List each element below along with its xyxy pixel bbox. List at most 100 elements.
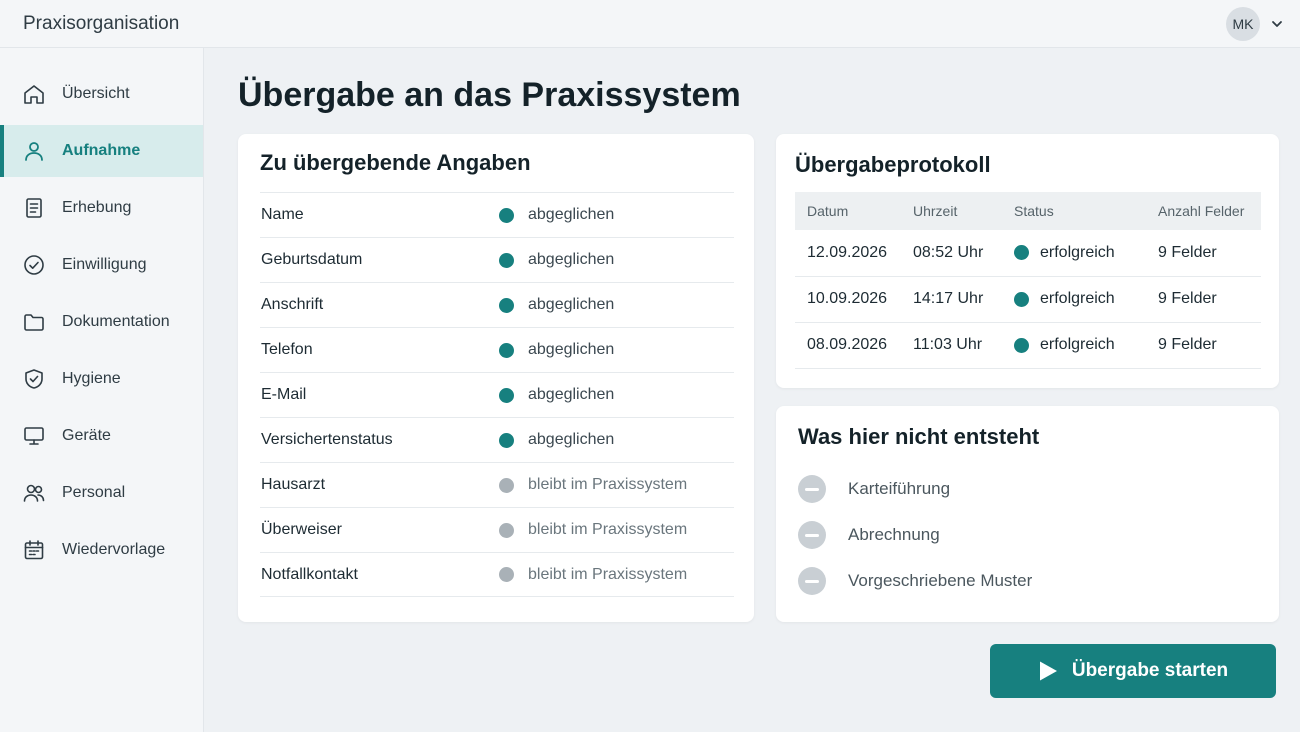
column-header-status: Status	[1014, 203, 1054, 219]
status-dot-icon	[499, 297, 514, 313]
sidebar-item-uebersicht[interactable]: Übersicht	[0, 68, 203, 120]
sidebar-item-aufnahme[interactable]: Aufnahme	[0, 125, 203, 177]
status-dot-icon	[499, 432, 514, 448]
protocol-status-label: erfolgreich	[1040, 243, 1115, 261]
protocol-status: erfolgreich	[1002, 322, 1146, 369]
field-row: Überweiser bleibt im Praxissystem	[260, 507, 734, 552]
folder-icon	[22, 310, 46, 334]
sidebar-item-hygiene[interactable]: Hygiene	[0, 353, 203, 405]
sidebar-item-geraete[interactable]: Geräte	[0, 410, 203, 462]
field-name: Versichertenstatus	[261, 431, 393, 448]
users-icon	[22, 481, 46, 505]
sidebar-item-label: Einwilligung	[62, 256, 147, 273]
sidebar-item-label: Personal	[62, 484, 126, 501]
calendar-icon	[22, 538, 46, 562]
protocol-count: 9 Felder	[1146, 276, 1261, 323]
protocol-date: 10.09.2026	[795, 276, 901, 323]
start-transfer-button[interactable]: Übergabe starten	[990, 644, 1276, 698]
not-created-item: Karteiführung	[798, 466, 1259, 512]
sidebar-item-einwilligung[interactable]: Einwilligung	[0, 239, 203, 291]
table-row: 10.09.2026 14:17 Uhr erfolgreich 9 Felder	[795, 276, 1261, 323]
field-status: abgeglichen	[528, 251, 615, 268]
field-status: abgeglichen	[528, 296, 615, 313]
not-created-card: Was hier nicht entsteht Karteiführung Ab…	[776, 406, 1279, 622]
sidebar-item-erhebung[interactable]: Erhebung	[0, 182, 203, 234]
fields-card: Zu übergebende Angaben Name abgeglichen Ge…	[238, 134, 754, 622]
protocol-date: 08.09.2026	[795, 322, 901, 369]
field-list: Name abgeglichen Geburtsdatum abgeglichen An…	[260, 192, 734, 597]
sidebar-item-wiedervorlage[interactable]: Wiedervorlage	[0, 524, 203, 576]
app-title: Praxisorganisation	[23, 12, 180, 34]
shield-icon	[22, 367, 46, 391]
check-circle-icon	[22, 253, 46, 277]
sidebar-item-dokumentation[interactable]: Dokumentation	[0, 296, 203, 348]
minus-circle-icon	[798, 475, 826, 503]
field-name: Überweiser	[261, 521, 342, 538]
not-created-item: Abrechnung	[798, 512, 1259, 558]
protocol-date: 12.09.2026	[795, 230, 901, 277]
sidebar-item-label: Aufnahme	[62, 142, 141, 159]
protocol-card: Übergabeprotokoll Datum Uhrzeit Status A…	[776, 134, 1279, 388]
field-status: bleibt im Praxissystem	[528, 565, 688, 583]
page-title: Übergabe an das Praxissystem	[238, 76, 741, 114]
field-name: Hausarzt	[261, 476, 326, 493]
protocol-count: 9 Felder	[1146, 230, 1261, 277]
sidebar-item-personal[interactable]: Personal	[0, 467, 203, 519]
sidebar-item-label: Dokumentation	[62, 313, 170, 330]
protocol-table: Datum Uhrzeit Status Anzahl Felder 12.09…	[795, 192, 1261, 369]
status-dot-icon	[499, 387, 514, 403]
chevron-down-icon[interactable]	[1270, 17, 1284, 31]
field-row: Hausarzt bleibt im Praxissystem	[260, 462, 734, 507]
field-name: Telefon	[261, 341, 313, 358]
sidebar-item-label: Wiedervorlage	[62, 541, 166, 558]
sidebar-item-label: Hygiene	[62, 370, 121, 387]
avatar[interactable]: MK	[1226, 6, 1260, 41]
status-dot-icon	[499, 252, 514, 268]
minus-circle-icon	[798, 521, 826, 549]
status-dot-icon	[499, 477, 514, 493]
document-icon	[22, 196, 46, 220]
field-status: abgeglichen	[528, 206, 615, 223]
protocol-time: 08:52 Uhr	[901, 230, 1002, 277]
play-icon	[1038, 660, 1058, 682]
start-transfer-button-label: Übergabe starten	[1071, 660, 1229, 681]
status-dot-icon	[1014, 245, 1029, 261]
not-created-card-title: Was hier nicht entsteht	[798, 424, 1040, 449]
protocol-time: 11:03 Uhr	[901, 322, 1002, 369]
sidebar-item-label: Erhebung	[62, 199, 132, 216]
field-row: Notfallkontakt bleibt im Praxissystem	[260, 552, 734, 597]
status-dot-icon	[499, 522, 514, 538]
protocol-status-label: erfolgreich	[1040, 290, 1115, 307]
status-dot-icon	[499, 567, 514, 582]
not-created-item-label: Abrechnung	[848, 525, 940, 544]
field-status: abgeglichen	[528, 386, 615, 403]
protocol-count: 9 Felder	[1146, 322, 1261, 369]
table-row: 08.09.2026 11:03 Uhr erfolgreich 9 Felder	[795, 322, 1261, 369]
sidebar: Übersicht Aufnahme Erhebung Einwilligung…	[0, 48, 204, 732]
not-created-item: Vorgeschriebene Muster	[798, 558, 1259, 604]
field-status: abgeglichen	[528, 431, 615, 448]
field-status: abgeglichen	[528, 341, 615, 358]
not-created-item-label: Karteiführung	[848, 479, 951, 498]
field-row: Geburtsdatum abgeglichen	[260, 237, 734, 282]
field-row: E-Mail abgeglichen	[260, 372, 734, 417]
field-name: Name	[261, 206, 304, 223]
protocol-status: erfolgreich	[1002, 276, 1146, 323]
field-row: Telefon abgeglichen	[260, 327, 734, 372]
table-row: 12.09.2026 08:52 Uhr erfolgreich 9 Felder	[795, 230, 1261, 277]
user-menu[interactable]: MK	[1226, 6, 1284, 41]
home-icon	[22, 82, 46, 106]
sidebar-item-label: Übersicht	[62, 85, 130, 102]
column-header-anzahl-felder: Anzahl Felder	[1158, 203, 1245, 219]
field-row: Anschrift abgeglichen	[260, 282, 734, 327]
field-name: Geburtsdatum	[261, 251, 363, 268]
protocol-status: erfolgreich	[1002, 230, 1146, 277]
status-dot-icon	[499, 207, 514, 223]
field-name: Anschrift	[261, 296, 324, 313]
protocol-status-label: erfolgreich	[1040, 336, 1115, 353]
user-icon	[22, 139, 46, 163]
field-row: Versichertenstatus abgeglichen	[260, 417, 734, 462]
field-row: Name abgeglichen	[260, 192, 734, 237]
fields-card-title: Zu übergebende Angaben	[260, 150, 531, 175]
protocol-time: 14:17 Uhr	[901, 276, 1002, 323]
